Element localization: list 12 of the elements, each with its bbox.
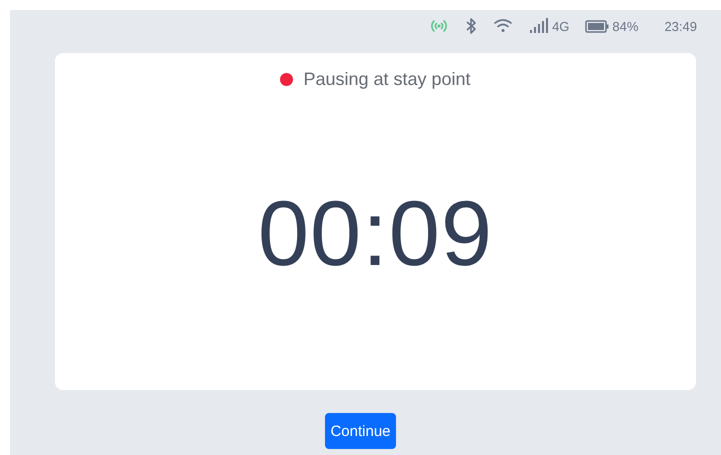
timer-display: 00:09 [258, 182, 494, 287]
battery-percent: 84% [612, 18, 638, 34]
status-text: Pausing at stay point [303, 69, 471, 90]
continue-button[interactable]: Continue [325, 413, 396, 449]
hotspot-icon [429, 18, 450, 34]
battery-icon [585, 20, 610, 32]
bluetooth-icon [465, 17, 478, 35]
status-dot [280, 73, 294, 86]
network-type: 4G [552, 18, 570, 34]
signal-icon [529, 18, 550, 34]
clock-time: 23:49 [664, 18, 697, 34]
wifi-icon [493, 18, 514, 34]
